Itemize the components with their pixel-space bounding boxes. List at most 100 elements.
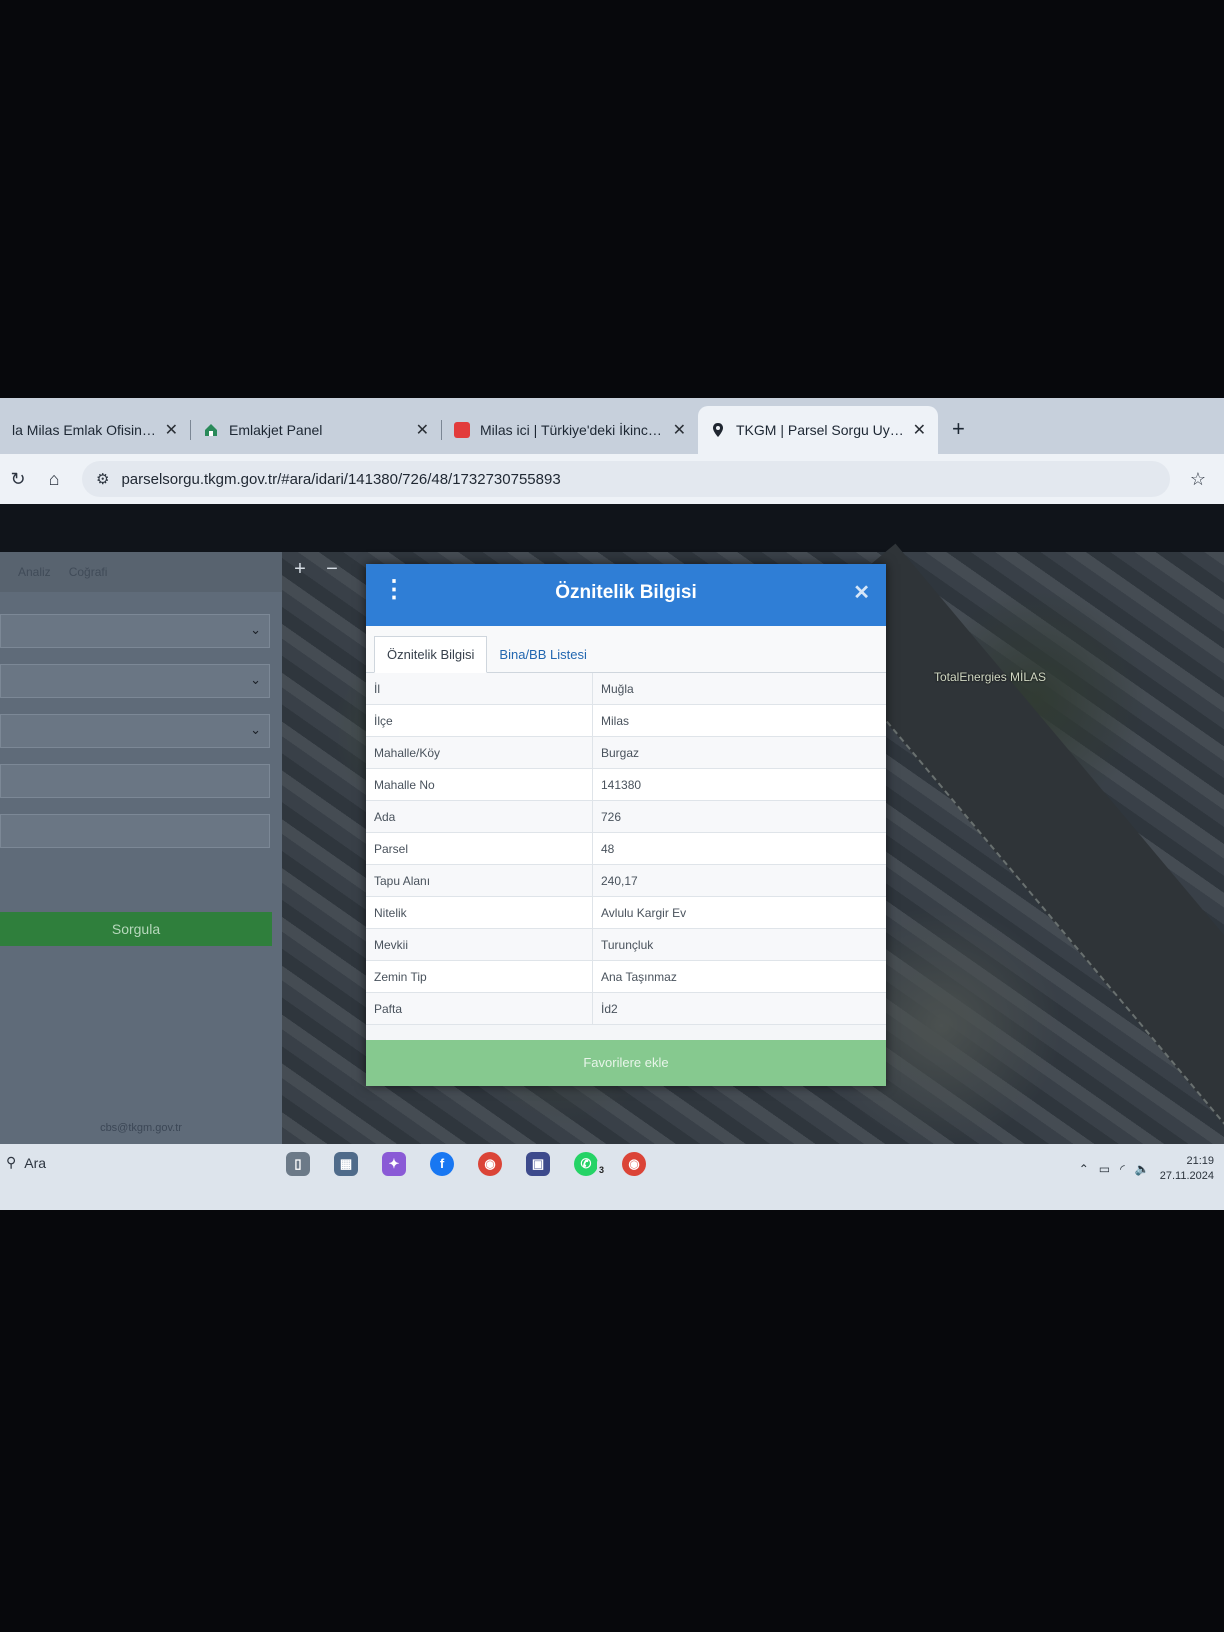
new-tab-button[interactable]: + [938, 416, 979, 454]
query-button[interactable]: Sorgula [0, 912, 272, 946]
table-row: Zemin Tip Ana Taşınmaz [366, 960, 886, 993]
table-row: Pafta İd2 [366, 992, 886, 1025]
close-icon[interactable]: ✕ [416, 420, 429, 440]
task-view-icon[interactable]: ▯ [286, 1152, 310, 1176]
app-header [0, 504, 1224, 552]
address-bar[interactable]: ⚙ parselsorgu.tkgm.gov.tr/#ara/idari/141… [82, 461, 1170, 497]
whatsapp-icon[interactable]: ✆ 3 [574, 1152, 606, 1182]
close-icon[interactable]: ✕ [673, 420, 686, 440]
attribute-value: 726 [592, 800, 886, 833]
add-to-favorites-button[interactable]: Favorilere ekle [366, 1040, 886, 1086]
map-poi-label[interactable]: TotalEnergies MİLAS [934, 670, 1046, 684]
tab-title: TKGM | Parsel Sorgu Uygulamas [736, 422, 905, 438]
tab-milas-emlak[interactable]: la Milas Emlak Ofisinden Sa ✕ [0, 406, 190, 454]
attribute-table: İl Muğla İlçe Milas Mahalle/Köy Burgaz Mahalle… [366, 673, 886, 1025]
search-icon: ⚲ [6, 1154, 17, 1170]
close-icon[interactable]: ✕ [853, 580, 870, 605]
copilot-icon[interactable]: ✦ [382, 1152, 406, 1176]
dialog-tabs: Öznitelik Bilgisi Bina/BB Listesi [366, 626, 886, 673]
province-select[interactable]: ⌄ [0, 614, 270, 648]
browser-toolbar: ↻ ⌂ ⚙ parselsorgu.tkgm.gov.tr/#ara/idari… [0, 454, 1224, 504]
attribute-key: Zemin Tip [366, 960, 593, 993]
table-row: İlçe Milas [366, 704, 886, 737]
attribute-value: 141380 [592, 768, 886, 801]
dialog-header: ⋮ Öznitelik Bilgisi ✕ [366, 564, 886, 626]
chrome-icon[interactable]: ◉ [622, 1152, 646, 1176]
attribute-key: Ada [366, 800, 593, 833]
attribute-key: Mevkii [366, 928, 593, 961]
attribute-key: Mahalle/Köy [366, 736, 593, 769]
dialog-title: Öznitelik Bilgisi [555, 582, 697, 603]
chrome-icon[interactable]: ◉ [478, 1152, 502, 1176]
chevron-down-icon: ⌄ [250, 722, 261, 737]
chevron-up-icon[interactable]: ⌃ [1079, 1162, 1089, 1176]
windows-taskbar: ⚲ Ara ▯ ▦ ✦ f ◉ ▣ ✆ 3 ◉ ⌃ ▭ ◜ 🔈 21:19 27.… [0, 1144, 1224, 1210]
clock[interactable]: 21:19 27.11.2024 [1160, 1154, 1214, 1184]
table-row: Tapu Alanı 240,17 [366, 864, 886, 897]
table-row: Mevkii Turunçluk [366, 928, 886, 961]
tab-bina-bb-listesi[interactable]: Bina/BB Listesi [487, 637, 598, 672]
tab-sahibinden[interactable]: Milas ici | Türkiye'deki İkinci El E ✕ [442, 406, 698, 454]
attribute-value: Avlulu Kargir Ev [592, 896, 886, 929]
block-input[interactable] [0, 764, 270, 798]
home-icon[interactable]: ⌂ [36, 469, 72, 490]
attribute-dialog: ⋮ Öznitelik Bilgisi ✕ Öznitelik Bilgisi … [366, 564, 886, 1086]
reload-icon[interactable]: ↻ [0, 469, 36, 490]
facebook-icon[interactable]: f [430, 1152, 454, 1176]
tab-tkgm-parsel[interactable]: TKGM | Parsel Sorgu Uygulamas ✕ [698, 406, 938, 454]
store-icon[interactable]: ▣ [526, 1152, 550, 1176]
close-icon[interactable]: ✕ [913, 420, 926, 440]
sidebar-tabs: Analiz Coğrafi [0, 552, 282, 592]
location-pin-icon [713, 423, 723, 437]
attribute-key: Pafta [366, 992, 593, 1025]
search-placeholder: Ara [24, 1154, 47, 1171]
attribute-key: İlçe [366, 704, 593, 737]
volume-icon[interactable]: 🔈 [1135, 1162, 1150, 1176]
zoom-out-button[interactable]: − [318, 556, 346, 582]
wifi-icon[interactable]: ◜ [1120, 1162, 1125, 1176]
site-settings-icon[interactable]: ⚙ [96, 470, 109, 488]
contact-email[interactable]: cbs@tkgm.gov.tr [0, 1122, 282, 1134]
attribute-value: Turunçluk [592, 928, 886, 961]
attribute-value: İd2 [592, 992, 886, 1025]
tab-oznitelik-bilgisi[interactable]: Öznitelik Bilgisi [374, 636, 488, 673]
neighborhood-select[interactable]: ⌄ [0, 714, 270, 748]
attribute-value: Burgaz [592, 736, 886, 769]
sahibinden-icon [454, 422, 470, 438]
bookmark-star-icon[interactable]: ☆ [1180, 469, 1216, 490]
query-sidebar: Analiz Coğrafi ⌄ ⌄ ⌄ Sorgula cbs@tkgm.go… [0, 552, 282, 1144]
attribute-key: Parsel [366, 832, 593, 865]
attribute-value: 48 [592, 832, 886, 865]
close-icon[interactable]: ✕ [165, 420, 178, 440]
clock-date: 27.11.2024 [1159, 1170, 1214, 1182]
browser-tab-strip: la Milas Emlak Ofisinden Sa ✕ Emlakjet P… [0, 398, 1224, 454]
clock-time: 21:19 [1186, 1155, 1214, 1167]
emlakjet-icon [205, 424, 217, 436]
calculator-icon[interactable]: ▦ [334, 1152, 358, 1176]
whatsapp-badge: 3 [596, 1158, 606, 1182]
tab-emlakjet-panel[interactable]: Emlakjet Panel ✕ [191, 406, 441, 454]
parcel-input[interactable] [0, 814, 270, 848]
tab-cografi[interactable]: Coğrafi [69, 565, 108, 579]
attribute-value: Ana Taşınmaz [592, 960, 886, 993]
table-row: Mahalle No 141380 [366, 768, 886, 801]
url-text: parselsorgu.tkgm.gov.tr/#ara/idari/14138… [121, 470, 561, 488]
tab-title: Milas ici | Türkiye'deki İkinci El E [480, 422, 665, 438]
table-row: Mahalle/Köy Burgaz [366, 736, 886, 769]
tab-analiz[interactable]: Analiz [18, 565, 51, 579]
district-select[interactable]: ⌄ [0, 664, 270, 698]
attribute-key: Tapu Alanı [366, 864, 593, 897]
map-zoom-controls: + − [286, 556, 346, 582]
tab-title: Emlakjet Panel [229, 422, 323, 438]
battery-icon[interactable]: ▭ [1099, 1162, 1110, 1176]
attribute-value: 240,17 [592, 864, 886, 897]
table-row: İl Muğla [366, 673, 886, 705]
system-tray: ⌃ ▭ ◜ 🔈 21:19 27.11.2024 [1079, 1154, 1214, 1184]
tab-title: la Milas Emlak Ofisinden Sa [12, 422, 157, 438]
attribute-value: Muğla [592, 673, 886, 705]
zoom-in-button[interactable]: + [286, 556, 314, 582]
taskbar-search[interactable]: ⚲ Ara [6, 1154, 46, 1171]
taskbar-apps: ▯ ▦ ✦ f ◉ ▣ ✆ 3 ◉ [286, 1152, 646, 1182]
attribute-key: Nitelik [366, 896, 593, 929]
attribute-key: İl [366, 673, 593, 705]
